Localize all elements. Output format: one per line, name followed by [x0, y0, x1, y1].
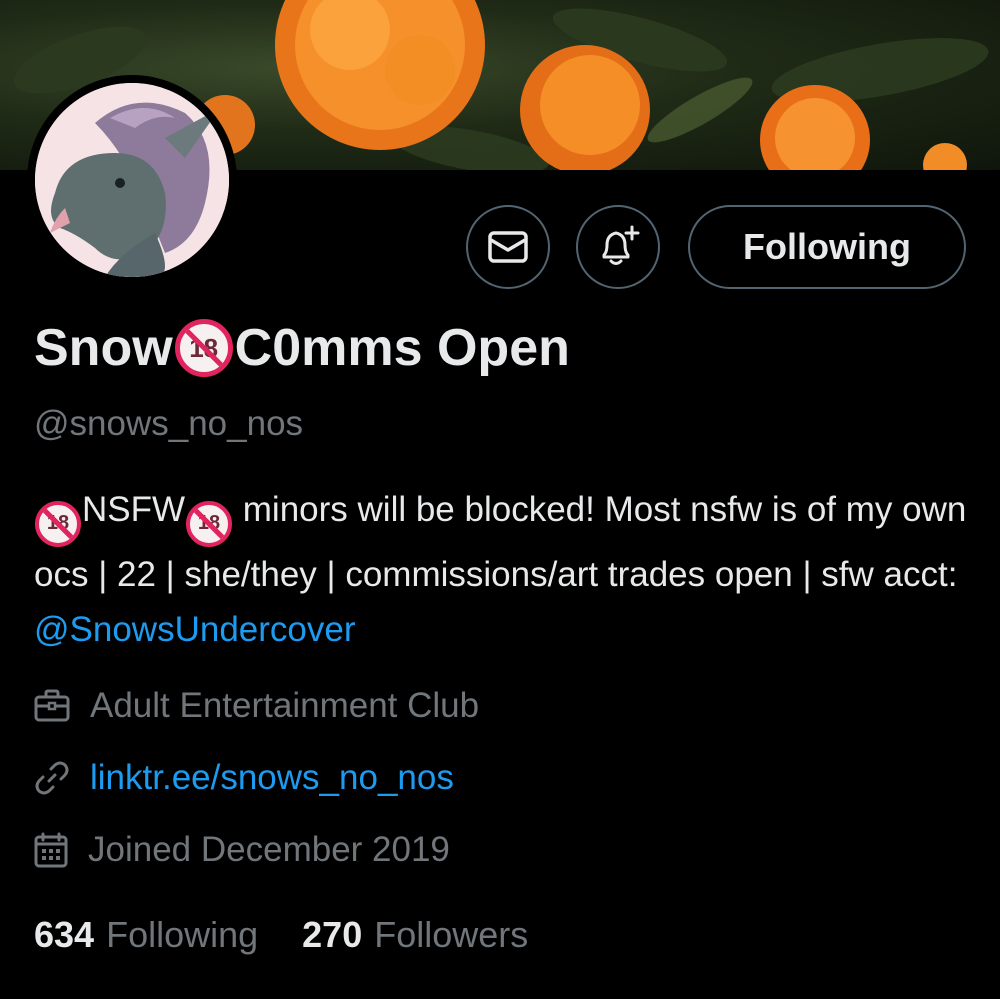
followers-label: Followers	[374, 914, 529, 955]
following-button[interactable]: Following	[688, 205, 966, 289]
envelope-icon	[488, 231, 528, 263]
display-name: Snow 18 C0mms Open	[34, 318, 570, 378]
profile-avatar[interactable]	[27, 75, 237, 285]
profile-handle: @snows_no_nos	[34, 404, 304, 443]
category-label: Adult Entertainment Club	[90, 686, 480, 725]
following-count: 634	[34, 914, 95, 955]
profile-bio: 18 NSFW 18 minors will be blocked! Most ns…	[34, 482, 974, 657]
notifications-button[interactable]	[576, 205, 660, 289]
message-button[interactable]	[466, 205, 550, 289]
following-stat-link[interactable]: 634 Following	[34, 914, 258, 956]
profile-website: linktr.ee/snows_no_nos	[34, 758, 454, 798]
follow-stats: 634 Following 270 Followers	[34, 914, 572, 956]
display-name-part1: Snow	[34, 319, 173, 377]
profile-joined: Joined December 2019	[34, 830, 450, 870]
joined-date: Joined December 2019	[88, 830, 450, 869]
bell-plus-icon	[602, 225, 640, 265]
website-link[interactable]: linktr.ee/snows_no_nos	[90, 758, 454, 798]
profile-category: Adult Entertainment Club	[34, 686, 479, 726]
display-name-part2: C0mms Open	[234, 319, 570, 377]
no-under-18-icon: 18	[186, 500, 233, 547]
link-icon	[35, 761, 69, 795]
no-under-18-icon: 18	[35, 500, 81, 547]
following-label: Following	[106, 914, 259, 955]
followers-count: 270	[302, 914, 363, 955]
no-under-18-icon: 18	[174, 319, 233, 377]
bio-nsfw: NSFW	[82, 490, 186, 529]
calendar-icon	[34, 832, 68, 868]
bio-mention-link[interactable]: @SnowsUndercover	[34, 610, 356, 649]
avatar-image	[35, 83, 229, 277]
followers-stat-link[interactable]: 270 Followers	[302, 914, 528, 956]
briefcase-icon	[34, 689, 70, 722]
